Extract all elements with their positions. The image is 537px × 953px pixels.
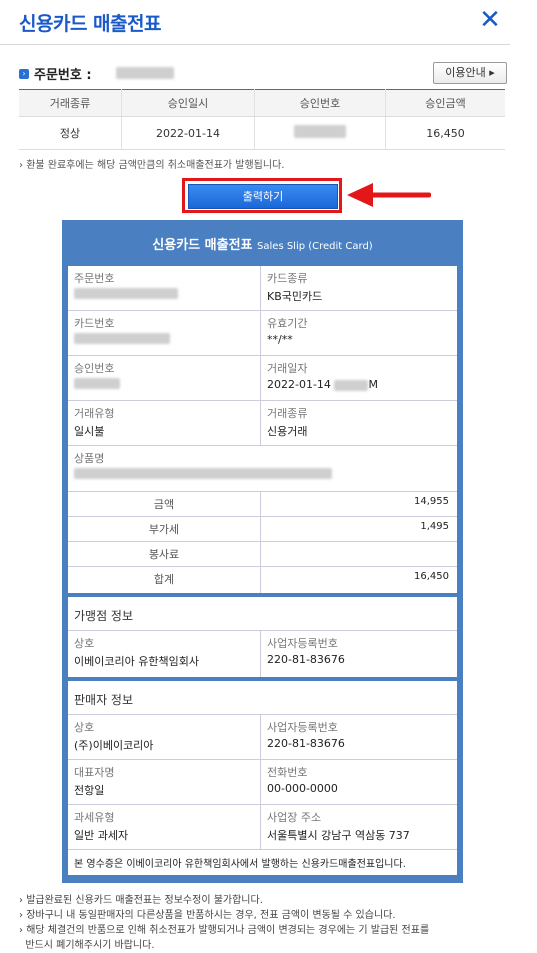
service-fee-label-cell: 봉사료 [68,542,261,567]
print-button[interactable]: 출력하기 [188,184,338,209]
product-name-cell: 상품명 [68,446,457,492]
seller-bizno-cell: 사업자등록번호 220-81-83676 [261,715,457,760]
order-number-redacted [116,67,174,79]
approval-date-cell: 2022-01-14 [121,116,255,150]
red-arrow-icon [347,183,431,207]
merchant-info-section: 가맹점 정보 상호 이베이코리아 유한책임회사 사업자등록번호 220-81-8… [68,597,457,677]
column-header: 거래종류 [19,89,122,117]
column-header: 승인번호 [254,89,386,117]
merchant-section-header: 가맹점 정보 [68,597,457,631]
slip-title: 신용카드 매출전표 Sales Slip (Credit Card) [152,238,373,253]
page-title: 신용카드 매출전표 [19,13,161,35]
approval-summary-table: 거래종류 승인일시 승인번호 승인금액 정상 2022-01-14 16,450 [19,89,505,150]
total-label-cell: 합계 [68,567,261,593]
list-item: › 해당 체결건의 반품으로 인해 취소전표가 발행되거나 금액이 변경되는 경… [19,925,430,936]
merchant-name-cell: 상호 이베이코리아 유한책임회사 [68,631,261,677]
trade-type-cell: 정상 [19,116,122,150]
table-row: 정상 2022-01-14 16,450 [19,116,505,150]
seller-info-section: 판매자 정보 상호 (주)이베이코리아 사업자등록번호 220-81-83676… [68,681,457,875]
trade-date-cell: 거래일자 2022-01-14 M [261,356,457,401]
phone-cell: 전화번호 00-000-0000 [261,760,457,805]
service-fee-value-cell [261,542,457,567]
popup-header: 신용카드 매출전표 ✕ [0,0,510,45]
amount-label-cell: 금액 [68,492,261,517]
slip-subtitle: Sales Slip (Credit Card) [257,241,373,252]
list-item: › 장바구니 내 동일판매자의 다른상품을 반품하시는 경우, 전표 금액이 변… [19,910,396,921]
transaction-info-grid: 주문번호 카드종류 KB국민카드 카드번호 유효기간 **/** 승인번호 거래… [68,266,457,593]
order-number-label: 주문번호 : [34,68,92,83]
bullet-arrow-icon: › [19,69,29,79]
card-number-cell: 카드번호 [68,311,261,356]
close-icon[interactable]: ✕ [478,6,502,34]
list-item: 반드시 폐기해주시기 바랍니다. [25,940,155,951]
amount-value-cell: 14,955 [261,492,457,517]
approval-number-info-cell: 승인번호 [68,356,261,401]
bottom-notes: › 발급완료된 신용카드 매출전표는 정보수정이 불가합니다. › 장바구니 내… [19,893,509,953]
print-highlight-box: 출력하기 [182,178,342,213]
column-header: 승인금액 [385,89,505,117]
column-header: 승인일시 [121,89,255,117]
approval-number-cell [254,116,386,150]
list-item: › 발급완료된 신용카드 매출전표는 정보수정이 불가합니다. [19,895,263,906]
slip-footer-note: 본 영수증은 이베이코리아 유한책임회사에서 발행하는 신용카드매출전표입니다. [74,859,406,870]
total-value-cell: 16,450 [414,571,449,582]
seller-section-header: 판매자 정보 [68,681,457,715]
card-type-cell: 카드종류 KB국민카드 [261,266,457,311]
expiry-cell: 유효기간 **/** [261,311,457,356]
merchant-bizno-cell: 사업자등록번호 220-81-83676 [267,637,345,666]
trade-kind-cell: 거래유형 일시불 [68,401,261,446]
sales-slip: 신용카드 매출전표 Sales Slip (Credit Card) 주문번호 … [62,220,463,883]
tax-type-cell: 과세유형 일반 과세자 [68,805,261,850]
address-cell: 사업장 주소 서울특별시 강남구 역삼동 737 [261,805,457,850]
trade-type-info-cell: 거래종류 신용거래 [261,401,457,446]
vat-value-cell: 1,495 [261,517,457,542]
usage-guide-button[interactable]: 이용안내 ▸ [433,62,507,84]
order-number-cell: 주문번호 [68,266,261,311]
vat-label-cell: 부가세 [68,517,261,542]
table-header-row: 거래종류 승인일시 승인번호 승인금액 [19,89,505,117]
seller-name-cell: 상호 (주)이베이코리아 [68,715,261,760]
ceo-cell: 대표자명 전항일 [68,760,261,805]
approval-amount-cell: 16,450 [385,116,505,150]
order-number-row: › 주문번호 : 이용안내 ▸ [19,62,507,84]
refund-note: › 환불 완료후에는 해당 금액만큼의 취소매출전표가 발행됩니다. [19,160,285,171]
